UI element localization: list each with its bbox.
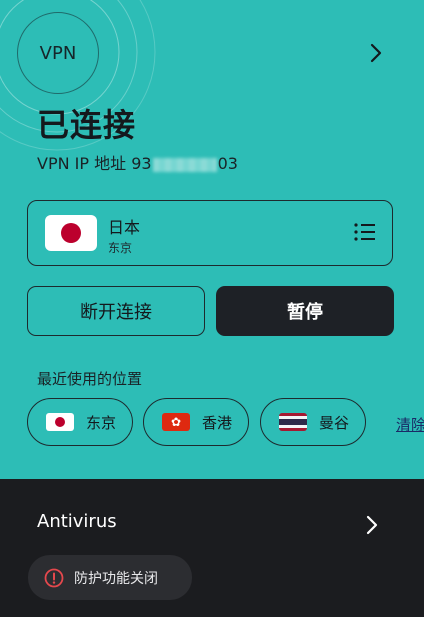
vpn-ip-address: VPN IP 地址 93 03 [37, 150, 238, 174]
recent-location-label: 东京 [86, 413, 117, 432]
recent-location-chip[interactable]: ✿ 香港 [143, 398, 249, 446]
antivirus-title: Antivirus [37, 511, 117, 532]
connection-status-title: 已连接 [37, 106, 137, 144]
location-country: 日本 [108, 218, 141, 237]
recent-location-label: 曼谷 [319, 413, 350, 432]
pause-button[interactable]: 暂停 [216, 286, 394, 336]
antivirus-status-text: 防护功能关闭 [74, 570, 158, 587]
chevron-right-icon[interactable] [365, 514, 379, 536]
vpn-ip-suffix: 03 [217, 154, 238, 173]
recent-location-label: 香港 [202, 413, 233, 432]
clear-recent-link[interactable]: 清除 [396, 414, 424, 435]
disconnect-button[interactable]: 断开连接 [27, 286, 205, 336]
japan-flag-icon [45, 215, 97, 251]
vpn-ip-prefix: VPN IP 地址 93 [37, 154, 152, 173]
warning-info-icon [44, 568, 64, 587]
recent-location-chip[interactable]: 东京 [27, 398, 133, 446]
vpn-badge: VPN [17, 12, 99, 94]
ip-redaction-blur [152, 157, 217, 172]
thailand-flag-icon [279, 413, 307, 431]
chevron-right-icon[interactable] [369, 42, 383, 64]
current-location-card[interactable]: 日本 东京 [27, 200, 393, 266]
vpn-panel: VPN 已连接 VPN IP 地址 93 03 日本 东京 断开连接 暂停 最近使… [0, 0, 424, 479]
location-city: 东京 [108, 241, 133, 255]
japan-flag-icon [46, 413, 74, 431]
recent-locations-title: 最近使用的位置 [37, 370, 143, 388]
antivirus-panel[interactable]: Antivirus 防护功能关闭 [0, 479, 424, 617]
hong-kong-flag-icon: ✿ [162, 413, 190, 431]
location-list-icon[interactable] [354, 223, 376, 241]
recent-location-chip[interactable]: 曼谷 [260, 398, 366, 446]
antivirus-status-pill[interactable]: 防护功能关闭 [28, 555, 192, 600]
